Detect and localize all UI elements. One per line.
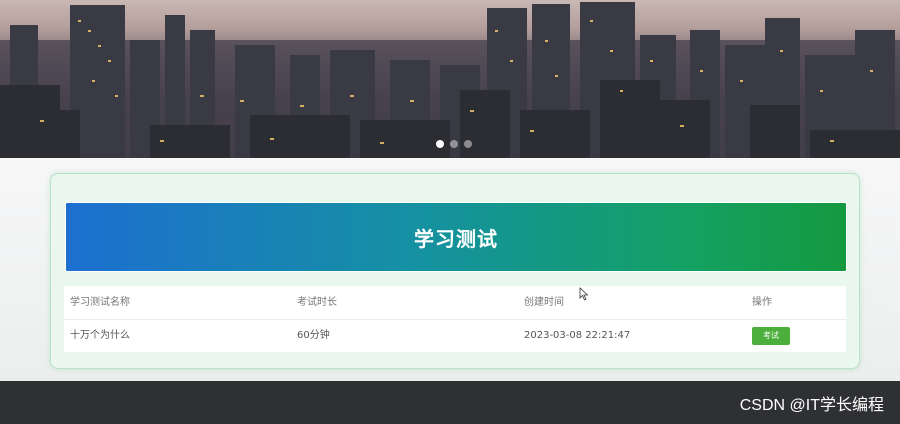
carousel-dot-3[interactable] xyxy=(464,140,472,148)
cell-quiz-name: 十万个为什么 xyxy=(70,330,130,341)
watermark-text: CSDN @IT学长编程 xyxy=(739,397,884,414)
quiz-table: 学习测试名称 考试时长 创建时间 操作 十万个为什么 60分钟 2023-03-… xyxy=(64,286,846,352)
cell-duration: 60分钟 xyxy=(297,330,330,341)
mouse-cursor-icon xyxy=(579,287,589,301)
title-banner: 学习测试 xyxy=(65,202,847,272)
carousel-dot-2[interactable] xyxy=(450,140,458,148)
header-action: 操作 xyxy=(752,297,772,308)
table-header-row: 学习测试名称 考试时长 创建时间 操作 xyxy=(64,286,846,320)
header-quiz-name: 学习测试名称 xyxy=(70,297,130,308)
quiz-card: 学习测试 学习测试名称 考试时长 创建时间 操作 十万个为什么 60分钟 202… xyxy=(50,173,860,369)
city-skyline-image xyxy=(0,2,900,158)
banner-carousel[interactable] xyxy=(0,0,900,158)
header-duration: 考试时长 xyxy=(297,297,337,308)
footer: CSDN @IT学长编程 xyxy=(0,381,900,424)
carousel-indicators xyxy=(436,140,472,148)
carousel-dot-1[interactable] xyxy=(436,140,444,148)
exam-button[interactable]: 考试 xyxy=(752,327,790,345)
header-created-time: 创建时间 xyxy=(524,297,564,308)
page-title: 学习测试 xyxy=(414,226,498,251)
cell-created-time: 2023-03-08 22:21:47 xyxy=(524,330,631,341)
table-row: 十万个为什么 60分钟 2023-03-08 22:21:47 考试 xyxy=(64,319,846,352)
